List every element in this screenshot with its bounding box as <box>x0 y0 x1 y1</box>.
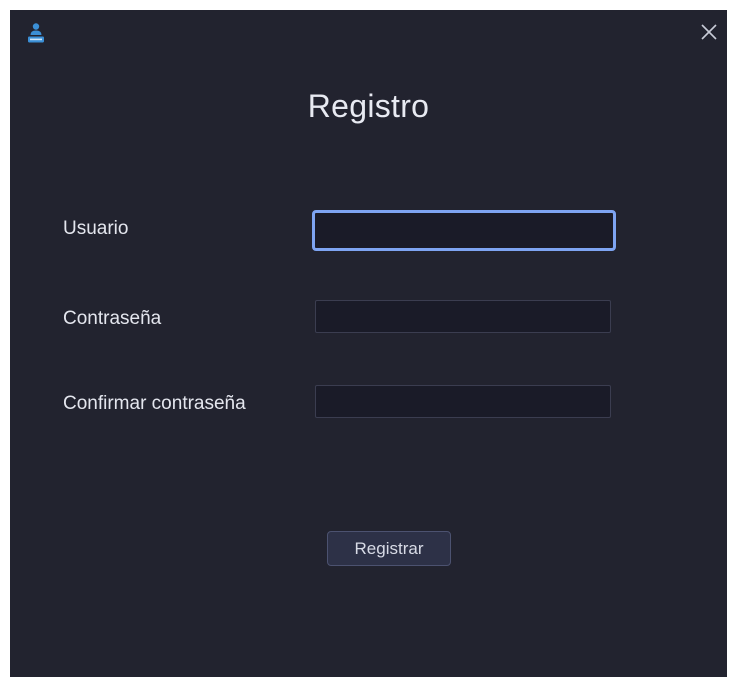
confirm-password-input[interactable] <box>315 385 611 418</box>
register-window: Registro Usuario Contraseña Confirmar co… <box>10 10 727 677</box>
password-label: Contraseña <box>63 308 162 329</box>
close-icon[interactable] <box>697 20 721 44</box>
username-input[interactable] <box>312 210 616 251</box>
page-title: Registro <box>307 88 430 124</box>
confirm-password-label: Confirmar contraseña <box>63 393 246 414</box>
register-button[interactable]: Registrar <box>327 531 451 566</box>
username-label: Usuario <box>63 218 129 239</box>
user-id-badge-icon <box>26 22 46 46</box>
password-input[interactable] <box>315 300 611 333</box>
